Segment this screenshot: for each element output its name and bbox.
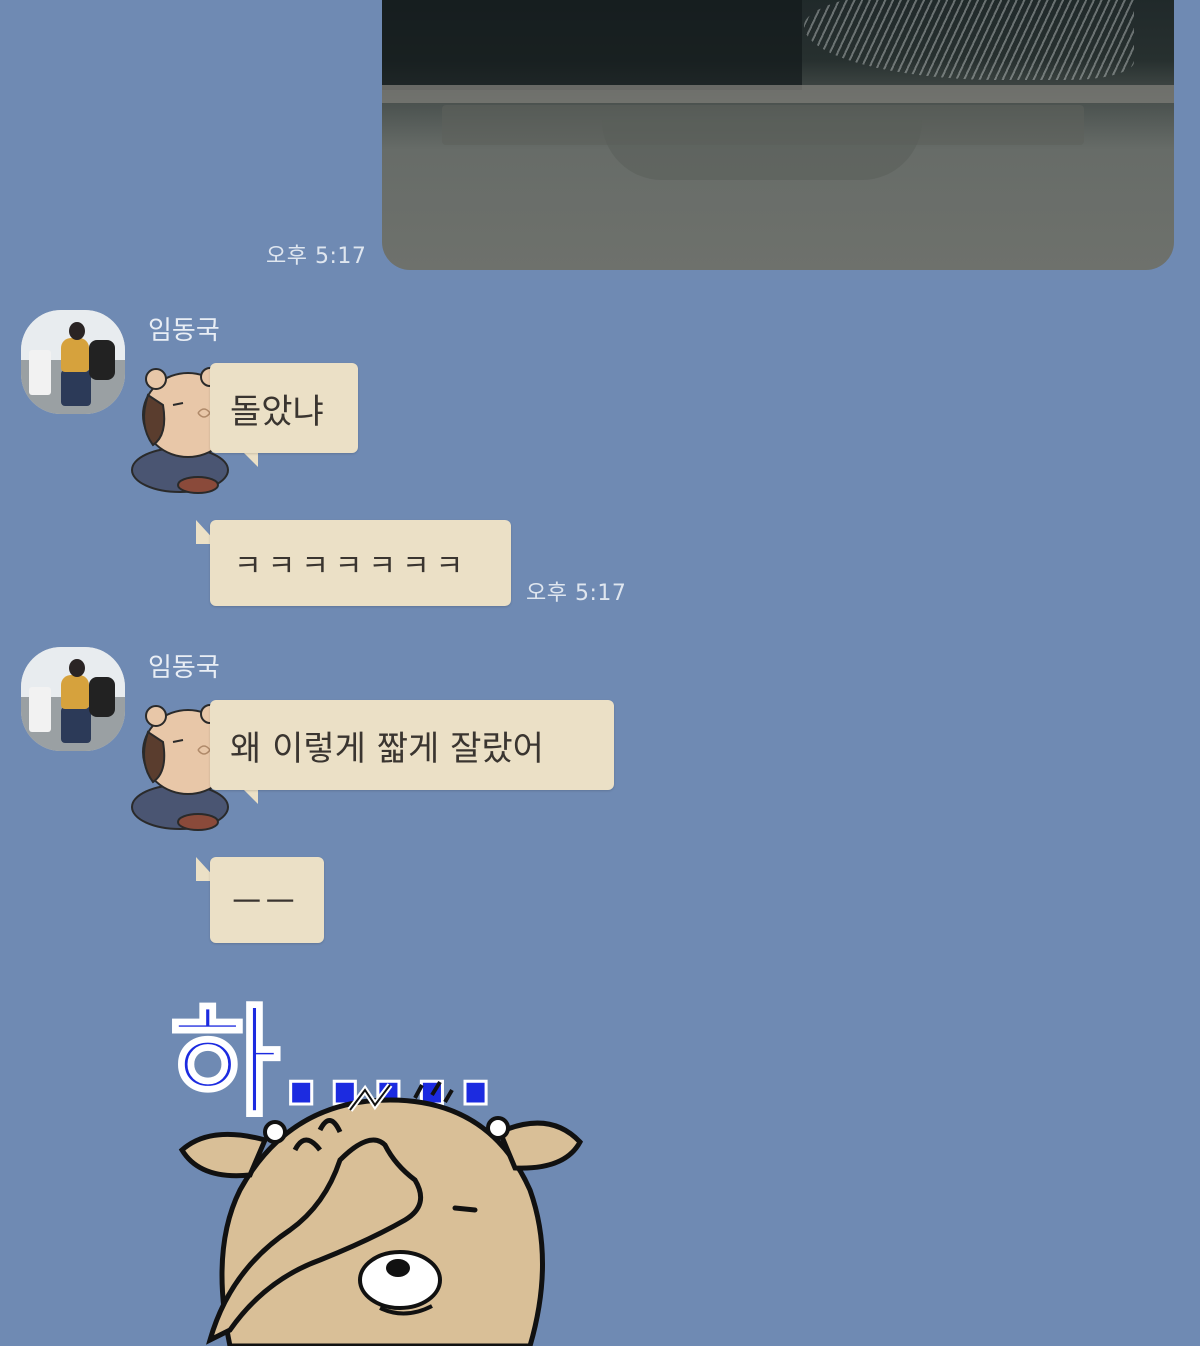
message-bubble[interactable]: ㅡㅡ (210, 857, 324, 943)
avatar-person-head (69, 322, 85, 340)
avatar-person-legs (61, 370, 91, 406)
message-bubble[interactable]: ㅋㅋㅋㅋㅋㅋㅋ (210, 520, 511, 606)
avatar-chair (29, 687, 51, 732)
sender-name: 임동국 (148, 653, 220, 683)
photo-rim (602, 120, 922, 180)
message-text: 돌았냐 (230, 391, 324, 432)
message-text: ㅡㅡ (232, 883, 299, 921)
sent-photo[interactable] (382, 0, 1174, 270)
avatar-person-body (61, 338, 89, 372)
message-text: ㅋㅋㅋㅋㅋㅋㅋ (234, 549, 470, 584)
avatar[interactable] (21, 647, 125, 751)
message-bubble[interactable]: 돌았냐 (210, 363, 358, 453)
avatar-person-legs (61, 707, 91, 743)
avatar-person-head (69, 659, 85, 677)
avatar-object (89, 340, 115, 380)
sender-name: 임동국 (148, 316, 220, 346)
message-text: 왜 이렇게 짧게 잘랐어 (230, 728, 544, 769)
avatar-object (89, 677, 115, 717)
avatar-person-body (61, 675, 89, 709)
photo-shadow (382, 0, 802, 90)
timestamp: 오후 5:17 (266, 244, 367, 269)
avatar[interactable] (21, 310, 125, 414)
avatar-chair (29, 350, 51, 395)
message-bubble[interactable]: 왜 이렇게 짧게 잘랐어 (210, 700, 614, 790)
photo-band (382, 85, 1174, 103)
photo-wires (804, 0, 1134, 80)
facepalm-bear-sticker-icon[interactable] (170, 1070, 600, 1346)
timestamp: 오후 5:17 (526, 581, 627, 606)
